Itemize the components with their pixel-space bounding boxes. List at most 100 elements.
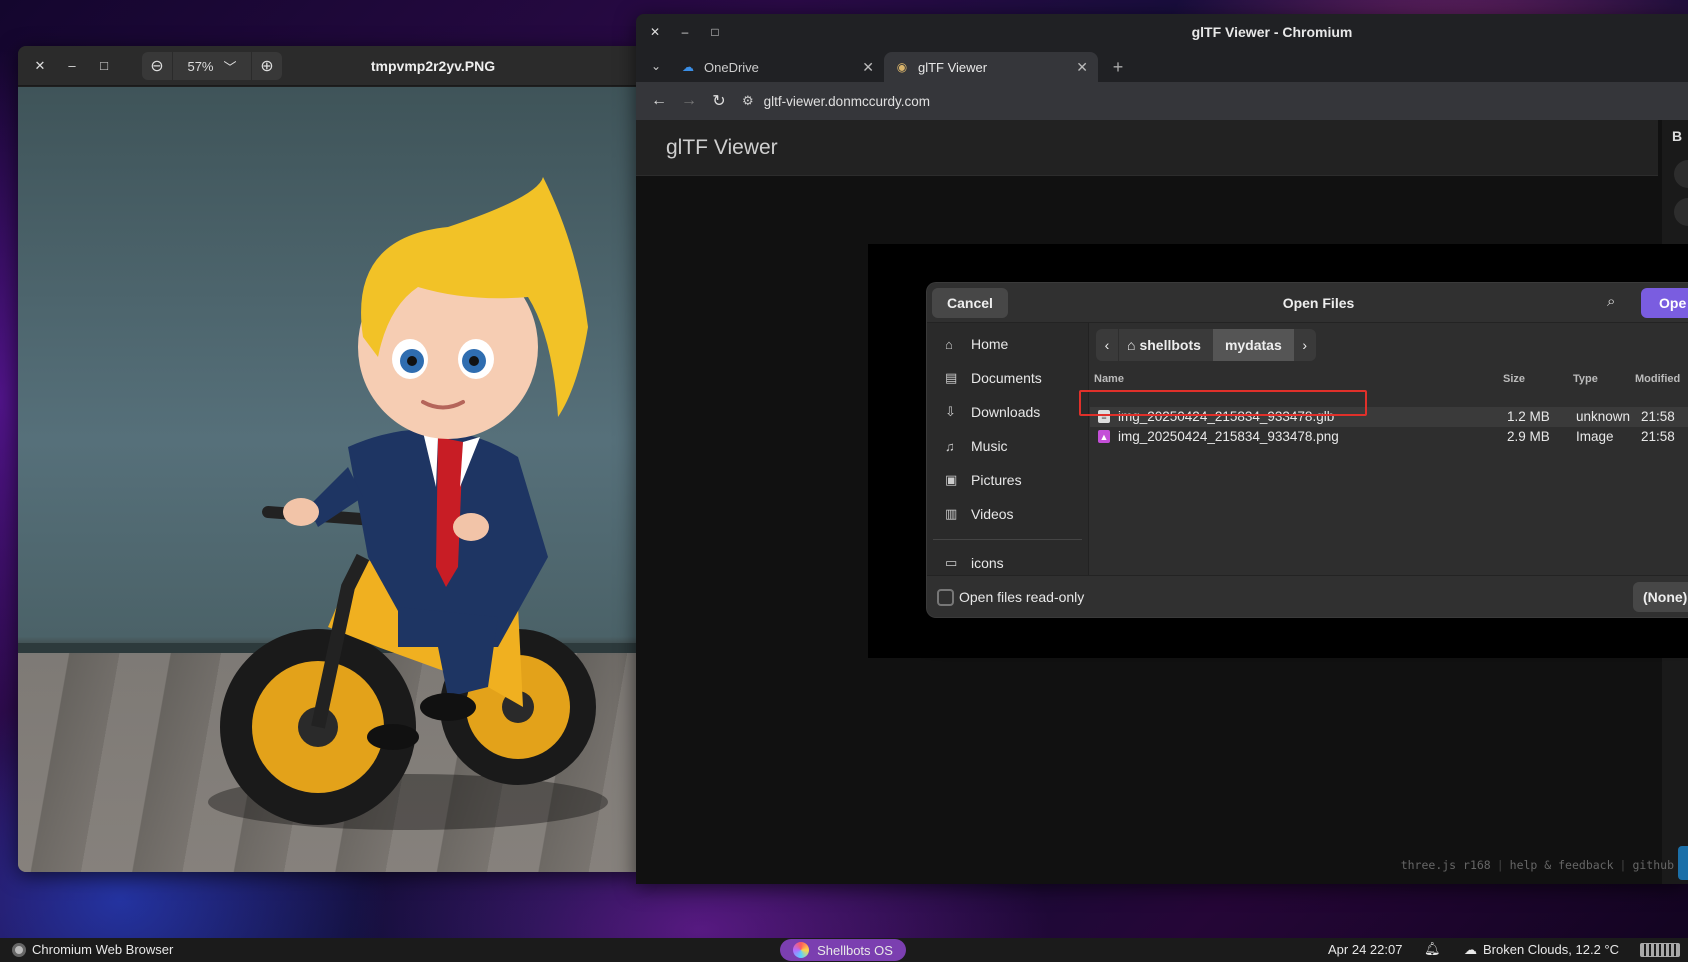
read-only-label: Open files read-only bbox=[959, 589, 1085, 605]
side-panel-label: B bbox=[1672, 128, 1683, 144]
image-file-icon: ▲ bbox=[1098, 430, 1110, 443]
address-bar-url: gltf-viewer.donmccurdy.com bbox=[763, 93, 930, 109]
zoom-level-dropdown[interactable]: 57% ﹀ bbox=[172, 52, 252, 80]
github-link[interactable]: github bbox=[1632, 858, 1674, 872]
path-back-chevron-icon[interactable]: ‹ bbox=[1096, 329, 1118, 361]
viewer-maximize-button[interactable]: □ bbox=[92, 54, 116, 78]
help-feedback-link[interactable]: help & feedback bbox=[1510, 858, 1614, 872]
page-footer: three.js r168 | help & feedback | github bbox=[1401, 858, 1674, 872]
threejs-version-link[interactable]: three.js r168 bbox=[1401, 858, 1491, 872]
app-header: glTF Viewer bbox=[636, 120, 1658, 176]
browser-titlebar: ✕ – □ glTF Viewer - Chromium bbox=[636, 14, 1688, 50]
side-panel-action-button[interactable] bbox=[1678, 846, 1688, 880]
place-label: Music bbox=[971, 438, 1008, 454]
file-modified: 21:58 bbox=[1641, 409, 1675, 424]
file-browser: ‹ ⌂ shellbots mydatas › Name Size Type M… bbox=[1090, 323, 1688, 575]
os-menu-button[interactable]: Shellbots OS bbox=[780, 939, 906, 961]
side-panel-control[interactable] bbox=[1674, 198, 1688, 226]
weather-cloud-icon: ☁ bbox=[1464, 942, 1477, 957]
zoom-out-icon[interactable]: ⊖ bbox=[142, 52, 172, 80]
places-sidebar: ⌂ Home ▤ Documents ⇩ Downloads ♫ Music ▣… bbox=[927, 323, 1089, 575]
taskbar-app-label: Chromium Web Browser bbox=[32, 942, 174, 957]
footer-separator: | bbox=[1496, 858, 1504, 872]
chevron-down-icon: ﹀ bbox=[223, 59, 237, 75]
notification-bell-icon[interactable]: 🔔︎ bbox=[1424, 941, 1441, 957]
zoom-level-value: 57% bbox=[187, 58, 214, 74]
toddler-on-bike-illustration bbox=[208, 177, 608, 830]
footer-separator: | bbox=[1619, 858, 1627, 872]
back-arrow-icon[interactable]: ← bbox=[644, 86, 674, 116]
home-icon: ⌂ bbox=[945, 336, 953, 352]
forward-arrow-icon[interactable]: → bbox=[674, 86, 704, 116]
file-size: 1.2 MB bbox=[1507, 409, 1550, 424]
column-modified[interactable]: Modified bbox=[1635, 373, 1680, 385]
column-size[interactable]: Size bbox=[1503, 373, 1525, 385]
place-label: icons bbox=[971, 555, 1004, 571]
file-list-header: Name Size Type Modified bbox=[1090, 369, 1688, 389]
places-separator bbox=[933, 539, 1082, 540]
zoom-controls: ⊖ 57% ﹀ ⊕ bbox=[142, 52, 282, 80]
read-only-checkbox[interactable] bbox=[937, 589, 954, 606]
place-label: Pictures bbox=[971, 472, 1022, 488]
tab-strip: ⌄ ☁ OneDrive ✕ ◉ glTF Viewer ✕ + bbox=[636, 50, 1688, 82]
tab-label: glTF Viewer bbox=[918, 59, 988, 75]
gltf-favicon: ◉ bbox=[896, 60, 908, 74]
path-bar: ‹ ⌂ shellbots mydatas › bbox=[1096, 329, 1316, 361]
reload-icon[interactable]: ↻ bbox=[704, 86, 734, 116]
place-pictures[interactable]: ▣ Pictures bbox=[927, 463, 1088, 497]
site-info-icon[interactable]: ⚙ bbox=[742, 93, 754, 109]
home-icon: ⌂ bbox=[1127, 337, 1136, 353]
zoom-in-icon[interactable]: ⊕ bbox=[252, 52, 282, 80]
os-label: Shellbots OS bbox=[817, 942, 893, 958]
taskbar-active-app[interactable]: Chromium Web Browser bbox=[12, 942, 173, 957]
taskbar: Chromium Web Browser Shellbots OS Apr 24… bbox=[0, 938, 1688, 962]
place-label: Home bbox=[971, 336, 1009, 352]
file-row[interactable]: ▲ img_20250424_215834_933478.png 2.9 MB … bbox=[1090, 427, 1688, 447]
place-videos[interactable]: ▥ Videos bbox=[927, 497, 1088, 531]
tab-onedrive[interactable]: ☁ OneDrive ✕ bbox=[670, 52, 884, 82]
documents-icon: ▤ bbox=[945, 370, 958, 385]
chromium-icon bbox=[12, 942, 26, 957]
music-icon: ♫ bbox=[945, 438, 955, 454]
side-panel-control[interactable] bbox=[1674, 160, 1688, 188]
place-documents[interactable]: ▤ Documents bbox=[927, 361, 1088, 395]
shellbots-logo-icon bbox=[793, 942, 810, 958]
close-tab-icon[interactable]: ✕ bbox=[1076, 59, 1088, 76]
image-viewer-window: ✕ – □ ⊖ 57% ﹀ ⊕ tmpvmp2r2yv.PNG bbox=[18, 46, 638, 872]
address-bar[interactable]: ⚙ gltf-viewer.donmccurdy.com bbox=[742, 87, 1688, 115]
tab-label: OneDrive bbox=[704, 59, 759, 75]
clock[interactable]: Apr 24 22:07 bbox=[1328, 942, 1402, 957]
place-label: Videos bbox=[971, 506, 1014, 522]
tab-search-chevron-icon[interactable]: ⌄ bbox=[642, 52, 670, 80]
weather-text: Broken Clouds, 12.2 °C bbox=[1483, 942, 1619, 957]
keyboard-layout-icon[interactable] bbox=[1640, 943, 1680, 957]
column-type[interactable]: Type bbox=[1573, 373, 1598, 385]
path-segment-current[interactable]: mydatas bbox=[1212, 329, 1294, 361]
file-modified: 21:58 bbox=[1641, 429, 1675, 444]
path-segment-home[interactable]: ⌂ shellbots bbox=[1118, 329, 1213, 361]
browser-toolbar: ← → ↻ ⚙ gltf-viewer.donmccurdy.com bbox=[636, 82, 1688, 120]
place-music[interactable]: ♫ Music bbox=[927, 429, 1088, 463]
onedrive-icon: ☁ bbox=[682, 60, 694, 74]
viewer-close-button[interactable]: ✕ bbox=[28, 54, 52, 78]
weather-indicator[interactable]: ☁ Broken Clouds, 12.2 °C bbox=[1464, 942, 1619, 958]
place-downloads[interactable]: ⇩ Downloads bbox=[927, 395, 1088, 429]
place-home[interactable]: ⌂ Home bbox=[927, 327, 1088, 361]
app-title: glTF Viewer bbox=[666, 135, 778, 159]
column-name[interactable]: Name bbox=[1094, 373, 1124, 385]
new-tab-button[interactable]: + bbox=[1104, 53, 1132, 81]
path-segment-label: shellbots bbox=[1139, 337, 1201, 353]
file-filter-dropdown[interactable]: (None) bbox=[1633, 582, 1688, 612]
open-files-dialog: Cancel Open Files ⌕ Ope ⌂ Home ▤ Documen… bbox=[926, 282, 1688, 618]
file-size: 2.9 MB bbox=[1507, 429, 1550, 444]
close-tab-icon[interactable]: ✕ bbox=[862, 59, 874, 76]
tab-gltf-viewer[interactable]: ◉ glTF Viewer ✕ bbox=[884, 52, 1098, 82]
place-label: Downloads bbox=[971, 404, 1041, 420]
open-button[interactable]: Ope bbox=[1641, 288, 1688, 318]
pictures-icon: ▣ bbox=[945, 472, 958, 487]
file-name: img_20250424_215834_933478.png bbox=[1118, 429, 1339, 444]
search-icon[interactable]: ⌕ bbox=[1607, 293, 1615, 310]
displayed-image bbox=[18, 87, 638, 872]
viewer-minimize-button[interactable]: – bbox=[60, 54, 84, 78]
path-forward-chevron-icon[interactable]: › bbox=[1293, 329, 1316, 361]
